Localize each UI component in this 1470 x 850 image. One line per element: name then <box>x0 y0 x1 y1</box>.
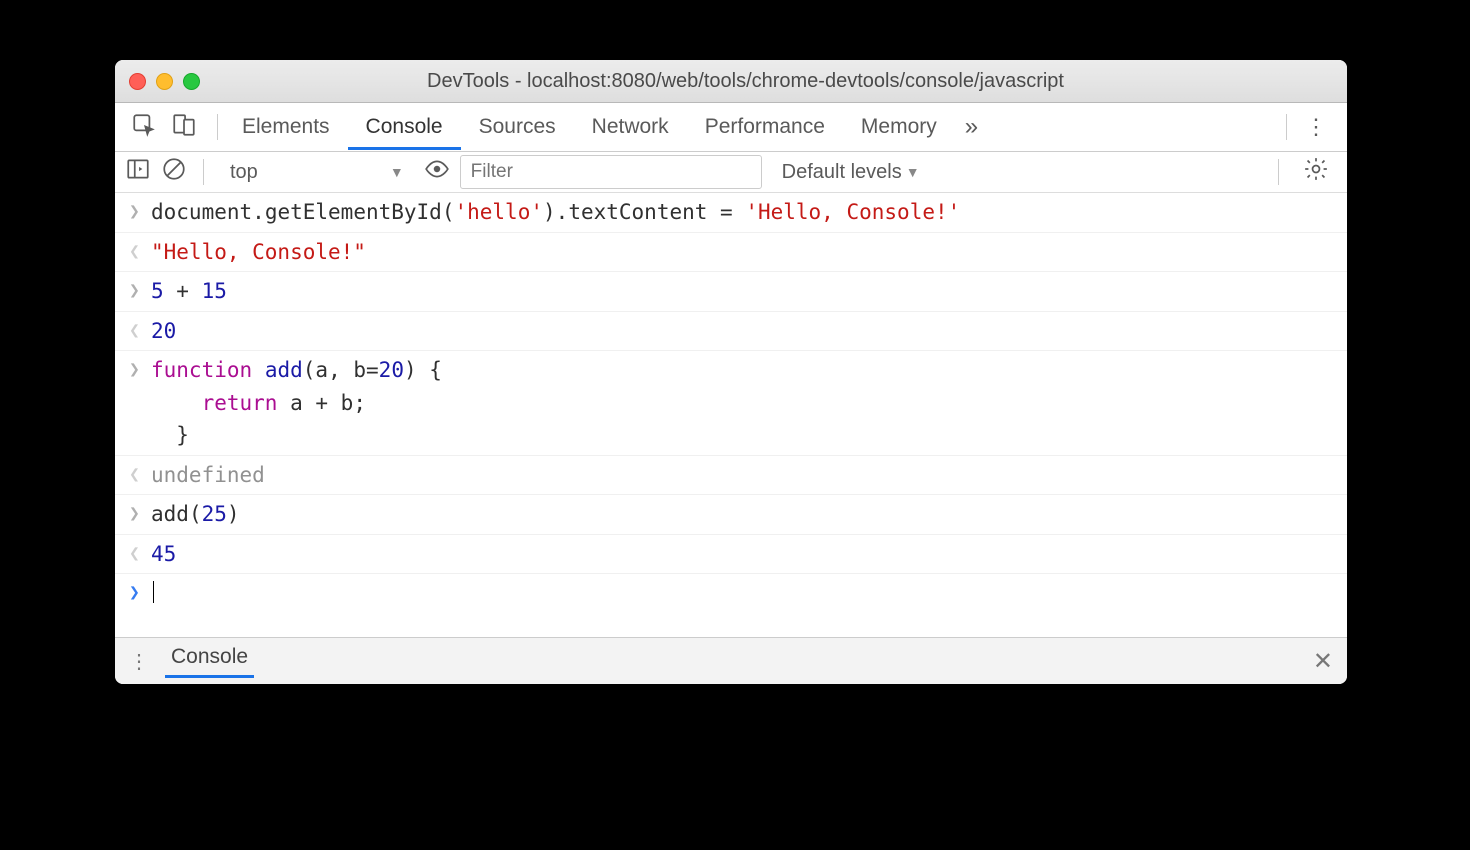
console-input-line: 5 + 15 <box>115 272 1347 312</box>
tab-console[interactable]: Console <box>348 105 461 150</box>
tab-network[interactable]: Network <box>574 105 687 150</box>
window-title: DevTools - localhost:8080/web/tools/chro… <box>158 70 1333 93</box>
more-tabs-icon[interactable]: » <box>955 113 988 141</box>
output-chevron-icon <box>129 459 151 489</box>
console-input-line: document.getElementById('hello').textCon… <box>115 193 1347 233</box>
code-content: "Hello, Console!" <box>151 236 366 269</box>
close-drawer-icon[interactable]: ✕ <box>1313 647 1333 676</box>
console-output-line: undefined <box>115 456 1347 496</box>
console-settings-icon[interactable] <box>1295 156 1337 188</box>
output-chevron-icon <box>129 538 151 568</box>
console-output-line: 20 <box>115 312 1347 352</box>
tab-memory[interactable]: Memory <box>843 105 955 150</box>
window-titlebar: DevTools - localhost:8080/web/tools/chro… <box>115 60 1347 103</box>
levels-label: Default levels <box>782 161 902 184</box>
code-content: document.getElementById('hello').textCon… <box>151 196 960 229</box>
code-content: 20 <box>151 315 176 348</box>
console-input-line: add(25) <box>115 495 1347 535</box>
live-expression-icon[interactable] <box>424 156 450 189</box>
dropdown-icon: ▼ <box>390 164 404 180</box>
dropdown-icon: ▼ <box>906 164 920 180</box>
prompt-input[interactable] <box>151 577 154 610</box>
console-output-line: 45 <box>115 535 1347 575</box>
input-chevron-icon <box>129 498 151 528</box>
input-chevron-icon <box>129 354 151 384</box>
tab-elements[interactable]: Elements <box>224 105 348 150</box>
console-output-line: "Hello, Console!" <box>115 233 1347 273</box>
inspect-element-icon[interactable] <box>131 112 157 143</box>
separator <box>1278 159 1279 185</box>
code-content: 5 + 15 <box>151 275 227 308</box>
log-levels-selector[interactable]: Default levels ▼ <box>782 161 920 184</box>
clear-console-icon[interactable] <box>161 156 187 188</box>
prompt-chevron-icon <box>129 577 151 607</box>
context-label: top <box>230 161 258 184</box>
output-chevron-icon <box>129 315 151 345</box>
code-content: 45 <box>151 538 176 571</box>
separator <box>203 159 204 185</box>
drawer-menu-icon[interactable]: ⋮ <box>129 649 147 674</box>
console-input-line: function add(a, b=20) { return a + b; } <box>115 351 1347 456</box>
output-chevron-icon <box>129 236 151 266</box>
execution-context-selector[interactable]: top ▼ <box>220 159 414 186</box>
tab-performance[interactable]: Performance <box>687 105 843 150</box>
separator <box>217 114 218 140</box>
console-prompt[interactable] <box>115 574 1347 613</box>
code-content: add(25) <box>151 498 240 531</box>
input-chevron-icon <box>129 275 151 305</box>
tab-sources[interactable]: Sources <box>461 105 574 150</box>
code-content: undefined <box>151 459 265 492</box>
devtools-menu-icon[interactable]: ⋮ <box>1293 114 1337 140</box>
devtools-window: DevTools - localhost:8080/web/tools/chro… <box>115 60 1347 684</box>
code-content: function add(a, b=20) { return a + b; } <box>151 354 442 452</box>
drawer: ⋮ Console ✕ <box>115 637 1347 684</box>
close-window-button[interactable] <box>129 73 146 90</box>
separator <box>1286 114 1287 140</box>
devtools-tabs: ElementsConsoleSourcesNetworkPerformance… <box>115 103 1347 152</box>
drawer-tab-console[interactable]: Console <box>165 645 254 678</box>
device-toolbar-icon[interactable] <box>171 112 197 143</box>
console-toolbar: top ▼ Default levels ▼ <box>115 152 1347 193</box>
toggle-console-sidebar-icon[interactable] <box>125 156 151 188</box>
input-chevron-icon <box>129 196 151 226</box>
filter-input[interactable] <box>460 155 762 189</box>
console-output[interactable]: document.getElementById('hello').textCon… <box>115 193 1347 637</box>
